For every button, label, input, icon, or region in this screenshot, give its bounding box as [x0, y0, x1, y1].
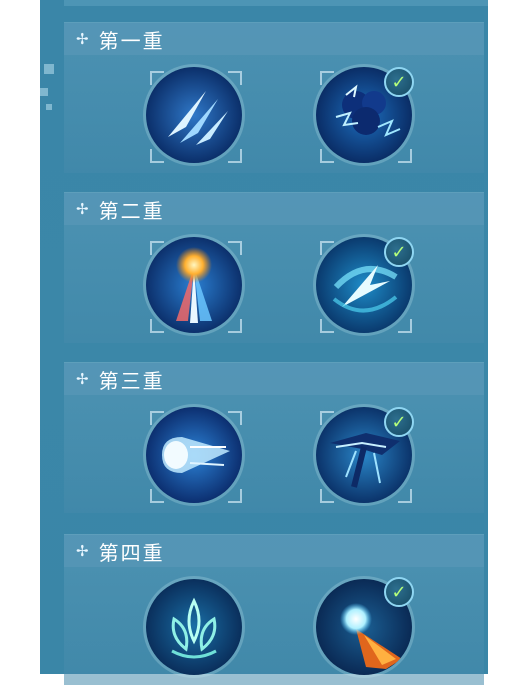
frame-corner	[228, 319, 242, 333]
pixel-deco	[46, 104, 52, 110]
sparkle-icon: ✢	[76, 200, 91, 218]
check-icon: ✓	[384, 577, 414, 607]
tier-1-header: ✢ 第一重	[64, 23, 484, 55]
check-icon: ✓	[384, 407, 414, 437]
frame-corner	[228, 489, 242, 503]
sparkle-icon: ✢	[76, 30, 91, 48]
tier-1-label: 第一重	[98, 28, 165, 53]
tier-3: ✢ 第三重 ✓	[64, 362, 484, 513]
tier-3-header: ✢ 第三重	[64, 363, 484, 395]
tier-2-label: 第二重	[98, 198, 165, 223]
frame-corner	[398, 319, 412, 333]
sparkle-icon: ✢	[76, 542, 91, 560]
dash-wave-icon[interactable]	[146, 407, 242, 503]
crystal-lotus-icon[interactable]	[146, 579, 242, 675]
tier-4-header: ✢ 第四重	[64, 535, 484, 567]
top-divider	[64, 0, 488, 6]
frame-corner	[398, 149, 412, 163]
check-icon: ✓	[384, 237, 414, 267]
frame-corner	[398, 489, 412, 503]
sparkle-icon: ✢	[76, 370, 91, 388]
tier-3-label: 第三重	[98, 368, 165, 393]
tier-1: ✢ 第一重 ✓	[64, 22, 484, 173]
tier-2: ✢ 第二重 ✓	[64, 192, 484, 343]
tier-2-header: ✢ 第二重	[64, 193, 484, 225]
pixel-deco	[44, 64, 54, 74]
light-burst-icon[interactable]	[146, 237, 242, 333]
tier-4: ✢ 第四重 ✓	[64, 534, 484, 685]
pixel-deco	[40, 88, 48, 96]
frame-corner	[228, 149, 242, 163]
tier-4-label: 第四重	[98, 540, 165, 565]
blade-slash-icon[interactable]	[146, 67, 242, 163]
check-icon: ✓	[384, 67, 414, 97]
